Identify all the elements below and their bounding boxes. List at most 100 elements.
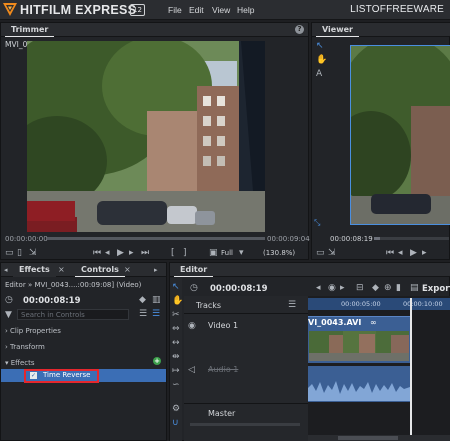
trimmer-scrub-track[interactable] <box>47 237 265 240</box>
timeline-scrollbar[interactable] <box>308 435 450 441</box>
tree-effects-label: Effects <box>10 359 35 367</box>
zoom-level[interactable]: (130.8%) <box>263 249 295 257</box>
editor-panel: Editor ↖ ✋ ✂ ⇔ ↔ ⇹ ↦ ∽ ⚙ ∪ ◷ 00:00:08:19… <box>169 262 450 441</box>
mark-out-icon[interactable]: ] <box>183 248 187 258</box>
editor-slide-tool-icon[interactable]: ↔ <box>172 338 180 348</box>
trimmer-video-frame[interactable] <box>27 41 265 232</box>
editor-curve-tool-icon[interactable]: ∽ <box>172 380 180 390</box>
trimmer-panel: Trimmer ? MVI_0043.AVI <box>0 22 310 260</box>
effect-label-time-reverse: Time Reverse <box>43 371 91 379</box>
filter-icon[interactable]: ▼ <box>5 310 12 320</box>
tab-controls[interactable]: Controls <box>75 263 125 277</box>
skip-end-icon[interactable]: ⏭ <box>141 248 149 258</box>
mark-in-icon[interactable]: [ <box>171 248 175 258</box>
trimmer-overlay-icon[interactable]: ▯ <box>17 248 22 258</box>
menu-help[interactable]: Help <box>237 5 254 15</box>
editor-settings-icon[interactable]: ⚙ <box>172 404 180 414</box>
tracks-menu-icon[interactable]: ☰ <box>288 300 296 310</box>
text-tool-icon[interactable]: A <box>316 69 322 79</box>
viewer-skip-start-icon[interactable]: ⏮ <box>386 248 394 258</box>
viewer-drag-icon[interactable]: ⇲ <box>328 248 336 258</box>
editor-roll-tool-icon[interactable]: ⇹ <box>172 352 180 362</box>
viewer-step-back-icon[interactable]: ◂ <box>398 248 403 258</box>
editor-ripple-icon[interactable]: ◉ <box>328 283 336 293</box>
select-tool-icon[interactable]: ↖ <box>316 41 324 51</box>
help-icon[interactable]: ? <box>295 25 304 34</box>
editor-slip-tool-icon[interactable]: ⇔ <box>172 324 180 334</box>
play-icon[interactable]: ▶ <box>117 248 124 258</box>
hand-tool-icon[interactable]: ✋ <box>316 55 327 65</box>
viewer-step-forward-icon[interactable]: ▸ <box>422 248 427 258</box>
audio-track-label: Audio 1 <box>208 365 239 374</box>
app-title: HITFILM EXPRESS <box>20 3 137 17</box>
editor-razor-tool-icon[interactable]: ✂ <box>172 310 180 320</box>
editor-audio-icon[interactable]: ▮ <box>396 283 401 293</box>
list-view-icon[interactable]: ☰ <box>139 309 147 319</box>
viewer-video-frame[interactable] <box>350 45 450 225</box>
graph-icon[interactable]: ▥ <box>152 295 161 305</box>
watermark-text: LISTOFFREEWARE <box>350 4 444 15</box>
monitor-icon[interactable]: ▣ <box>209 248 218 258</box>
viewer-tabbar: Viewer <box>312 23 450 37</box>
step-forward-icon[interactable]: ▸ <box>129 248 134 258</box>
editor-snap-icon[interactable]: ⊕ <box>384 283 392 293</box>
chevron-down-icon[interactable]: ▾ <box>239 248 244 258</box>
trimmer-drag-icon[interactable]: ⇲ <box>29 248 37 258</box>
tree-transform[interactable]: › Transform <box>5 343 45 351</box>
tab-effects[interactable]: Effects <box>13 263 56 277</box>
audio-mute-icon[interactable]: ◁ <box>188 365 195 375</box>
export-icon[interactable]: ▤ <box>410 283 419 293</box>
viewer-insert-icon[interactable]: ▭ <box>316 248 325 258</box>
track-divider <box>184 313 308 314</box>
controls-breadcrumb: Editor » MVI_0043....:00:09:08] (Video) <box>5 281 142 289</box>
master-volume-slider[interactable] <box>190 423 300 426</box>
skip-start-icon[interactable]: ⏮ <box>93 248 101 258</box>
viewer-time: 00:00:08:19 <box>330 235 373 243</box>
ruler-tick-1: 00:00:05:00 <box>341 300 381 308</box>
step-back-icon[interactable]: ◂ <box>105 248 110 258</box>
editor-rate-tool-icon[interactable]: ↦ <box>172 366 180 376</box>
search-input[interactable]: Search in Controls <box>17 309 129 320</box>
tab-editor[interactable]: Editor <box>174 263 214 277</box>
video-visibility-icon[interactable]: ◉ <box>188 321 196 331</box>
editor-time: 00:00:08:19 <box>210 284 268 294</box>
editor-marker-icon[interactable]: ◆ <box>372 283 379 293</box>
menu-file[interactable]: File <box>168 5 182 15</box>
tree-effects[interactable]: ▾ Effects <box>5 359 35 367</box>
tab-trimmer[interactable]: Trimmer <box>5 23 55 37</box>
editor-link-icon[interactable]: ⊟ <box>356 283 364 293</box>
master-label: Master <box>208 409 236 418</box>
video-clip-label: VI_0043.AVI <box>308 318 362 327</box>
add-effect-icon[interactable]: + <box>153 357 161 365</box>
export-button[interactable]: Export <box>422 284 450 294</box>
master-divider <box>184 403 308 404</box>
chevron-right-icon[interactable]: ▸ <box>154 265 158 275</box>
track-headers <box>184 296 308 441</box>
close-effects-icon[interactable]: × <box>58 265 65 275</box>
editor-next-icon[interactable]: ▸ <box>340 283 345 293</box>
editor-prev-icon[interactable]: ◂ <box>316 283 321 293</box>
viewer-play-icon[interactable]: ▶ <box>410 248 417 258</box>
close-controls-icon[interactable]: × <box>124 265 131 275</box>
chevron-left-icon[interactable]: ◂ <box>4 265 8 275</box>
controls-panel: ◂ Effects × Controls × ▸ Editor » MVI_00… <box>0 262 167 441</box>
menu-view[interactable]: View <box>212 5 230 15</box>
viewer-scrub-track[interactable] <box>374 237 449 240</box>
effect-enabled-checkbox[interactable]: ✓ <box>30 372 37 379</box>
menu-edit[interactable]: Edit <box>189 5 204 15</box>
trimmer-video-image <box>27 41 265 232</box>
clock-icon: ◷ <box>5 295 13 305</box>
quality-select[interactable]: Full <box>221 249 233 257</box>
trimmer-insert-icon[interactable]: ▭ <box>5 248 14 258</box>
controls-tabbar: ◂ Effects × Controls × ▸ <box>1 263 166 277</box>
tab-viewer[interactable]: Viewer <box>316 23 359 37</box>
tree-clip-properties[interactable]: › Clip Properties <box>5 327 61 335</box>
editor-select-tool-icon[interactable]: ↖ <box>172 282 180 292</box>
viewer-corner-handle-icon[interactable]: ⤡ <box>314 218 320 228</box>
clip-link-icon: ∞ <box>370 318 377 327</box>
editor-magnet-icon[interactable]: ∪ <box>172 418 179 428</box>
details-view-icon[interactable]: ☰ <box>152 309 160 319</box>
editor-hand-tool-icon[interactable]: ✋ <box>172 296 183 306</box>
playhead[interactable] <box>410 298 412 441</box>
keyframe-icon[interactable]: ◆ <box>139 295 146 305</box>
